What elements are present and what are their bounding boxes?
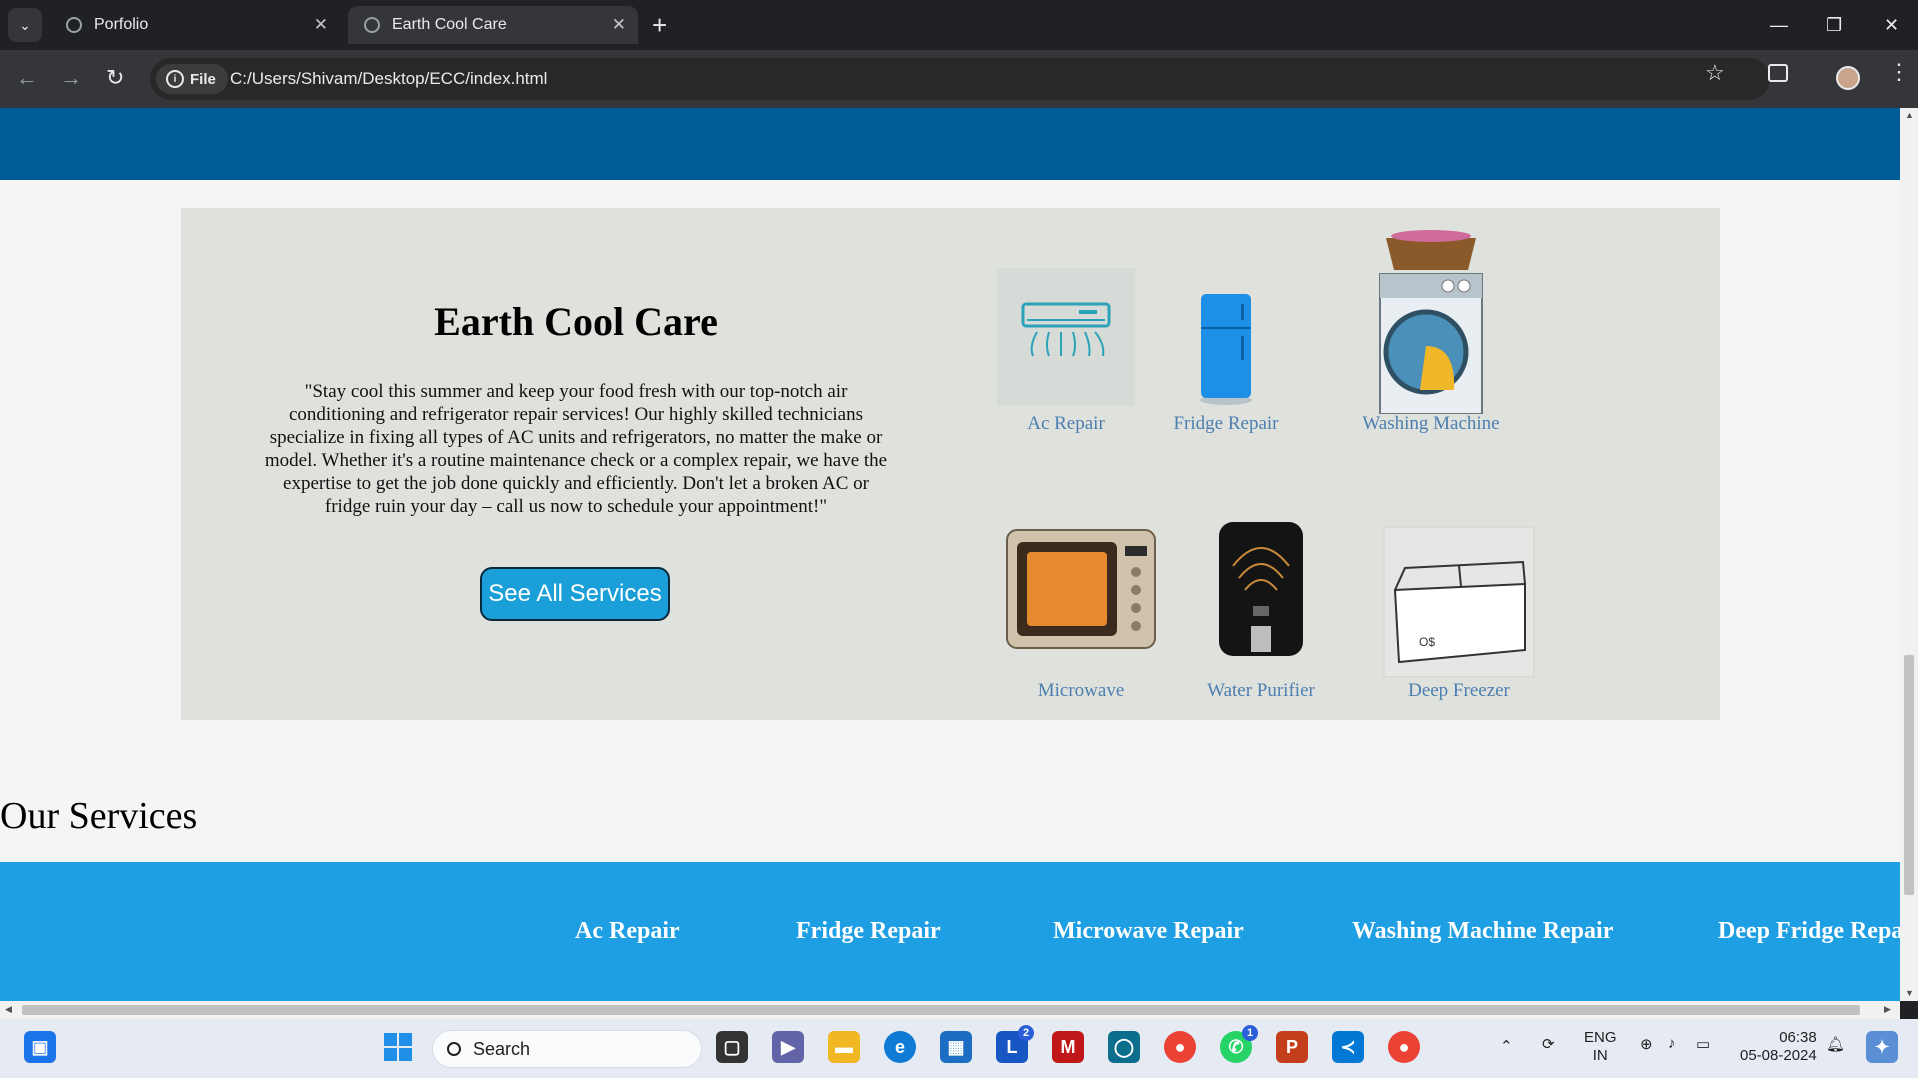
services-marquee: Ac Repair Fridge Repair Microwave Repair… [0, 862, 1900, 1001]
new-tab-button[interactable]: + [652, 8, 667, 42]
window-close-icon[interactable]: ✕ [1884, 8, 1899, 42]
tab-title: Earth Cool Care [392, 16, 507, 33]
service-microwave[interactable]: Microwave [1005, 520, 1157, 710]
copilot-icon[interactable]: ✦ [1866, 1031, 1898, 1063]
microwave-icon [1006, 529, 1156, 649]
globe-icon [66, 17, 82, 33]
teams-icon[interactable]: ▶ [772, 1031, 804, 1063]
horizontal-scrollbar[interactable]: ◀ ▶ [0, 1001, 1900, 1019]
start-icon[interactable] [382, 1031, 414, 1063]
service-washing-machine[interactable]: Washing Machine [1362, 228, 1500, 438]
service-label: Fridge Repair [1173, 413, 1279, 434]
service-link-fridge[interactable]: Fridge Repair [796, 918, 941, 945]
service-deep-freezer[interactable]: O$ Deep Freezer [1383, 526, 1535, 710]
address-bar[interactable]: i File C:/Users/Shivam/Desktop/ECC/index… [150, 58, 1770, 100]
site-info-chip[interactable]: i File [156, 64, 228, 94]
language-label: ENG [1584, 1029, 1617, 1046]
notifications-bell-icon[interactable]: 🔔︎ [1826, 1035, 1845, 1053]
deep-freezer-icon: O$ [1383, 526, 1535, 678]
service-link-washing-machine[interactable]: Washing Machine Repair [1352, 918, 1613, 945]
search-icon [447, 1042, 461, 1056]
whatsapp-icon[interactable]: ✆ 1 [1220, 1025, 1258, 1063]
restore-icon[interactable]: ❐ [1826, 8, 1842, 42]
battery-icon[interactable]: ▭ [1696, 1035, 1710, 1053]
chrome-icon[interactable]: ● [1164, 1031, 1196, 1063]
minimize-icon[interactable]: — [1770, 8, 1788, 42]
vertical-scroll-thumb[interactable] [1904, 655, 1914, 895]
powerpoint-icon[interactable]: P [1276, 1031, 1308, 1063]
profile-avatar[interactable] [1836, 66, 1860, 90]
extensions-icon[interactable] [1768, 64, 1788, 82]
washing-machine-icon [1379, 230, 1483, 414]
service-link-ac[interactable]: Ac Repair [575, 918, 680, 945]
tab-search-button[interactable]: ⌄ [8, 8, 42, 42]
widgets-icon[interactable]: ▣ [24, 1031, 56, 1063]
clock-time: 06:38 [1779, 1029, 1817, 1046]
show-hidden-icons[interactable]: ⌃ [1500, 1037, 1513, 1055]
header-band [0, 108, 1900, 180]
taskbar: ▣ Search ▢ ▶ ▬ e ▦ L2 M ◯ ● ✆ 1 P ≺ ● ⌃ ⟳… [0, 1019, 1918, 1078]
scroll-up-icon[interactable]: ▲ [1905, 110, 1914, 120]
notification-badge: 2 [1018, 1025, 1034, 1041]
forward-icon[interactable]: → [60, 64, 82, 92]
our-services-heading: Our Services [0, 795, 198, 837]
info-icon: i [166, 70, 184, 88]
url-text[interactable]: C:/Users/Shivam/Desktop/ECC/index.html [230, 69, 547, 89]
service-water-purifier[interactable]: Water Purifier [1207, 514, 1315, 710]
tab-porfolio[interactable]: Porfolio ✕ [50, 6, 340, 44]
scroll-right-icon[interactable]: ▶ [1884, 1004, 1891, 1015]
close-tab-icon[interactable]: ✕ [314, 15, 328, 35]
horizontal-scroll-thumb[interactable] [22, 1005, 1860, 1015]
tab-earth-cool-care[interactable]: Earth Cool Care ✕ [348, 6, 638, 44]
vertical-scrollbar[interactable]: ▲ ▼ [1900, 108, 1918, 1001]
bookmark-star-icon[interactable]: ☆ [1705, 60, 1725, 86]
reload-icon[interactable]: ↻ [106, 64, 124, 92]
task-view-icon[interactable]: ▢ [716, 1031, 748, 1063]
water-purifier-icon [1219, 522, 1303, 656]
language-indicator[interactable]: ENG IN [1584, 1029, 1617, 1065]
network-icon[interactable]: ⊕ [1640, 1035, 1653, 1053]
notification-badge: 1 [1242, 1025, 1258, 1041]
clock[interactable]: 06:38 05-08-2024 [1740, 1029, 1817, 1065]
service-ac-repair[interactable]: Ac Repair [997, 268, 1135, 438]
service-link-microwave[interactable]: Microwave Repair [1053, 918, 1244, 945]
back-icon[interactable]: ← [16, 64, 38, 92]
tab-strip: ⌄ Porfolio ✕ Earth Cool Care ✕ + — ❐ ✕ [0, 0, 1918, 50]
l-app-icon[interactable]: L2 [996, 1025, 1034, 1063]
vscode-icon[interactable]: ≺ [1332, 1031, 1364, 1063]
toolbar: ← → ↻ i File C:/Users/Shivam/Desktop/ECC… [0, 50, 1918, 108]
air-conditioner-icon [997, 268, 1135, 406]
scroll-left-icon[interactable]: ◀ [5, 1004, 12, 1015]
file-explorer-icon[interactable]: ▬ [828, 1031, 860, 1063]
search-placeholder: Search [473, 1038, 531, 1059]
close-tab-icon[interactable]: ✕ [612, 15, 626, 35]
edge-icon[interactable]: e [884, 1031, 916, 1063]
svg-text:O$: O$ [1419, 635, 1435, 649]
hero-description: "Stay cool this summer and keep your foo… [264, 381, 888, 517]
taskbar-search[interactable]: Search [432, 1030, 702, 1068]
store-icon[interactable]: ▦ [940, 1031, 972, 1063]
service-label: Deep Freezer [1408, 680, 1510, 701]
clock-date: 05-08-2024 [1740, 1047, 1817, 1064]
alexa-icon[interactable]: ◯ [1108, 1031, 1140, 1063]
hero-title: Earth Cool Care [434, 299, 718, 344]
tab-title: Porfolio [94, 16, 149, 33]
menu-kebab-icon[interactable]: ⋮ [1888, 61, 1910, 83]
chrome-profile-icon[interactable]: ● [1388, 1031, 1420, 1063]
scroll-down-icon[interactable]: ▼ [1905, 988, 1914, 998]
sync-icon[interactable]: ⟳ [1542, 1035, 1555, 1053]
scheme-label: File [190, 70, 216, 88]
service-fridge-repair[interactable]: Fridge Repair [1173, 288, 1279, 438]
page-viewport: Earth Cool Care "Stay cool this summer a… [0, 108, 1900, 1001]
fridge-icon [1200, 294, 1252, 405]
region-label: IN [1592, 1047, 1608, 1064]
mcafee-icon[interactable]: M [1052, 1031, 1084, 1063]
globe-icon [364, 17, 380, 33]
service-link-deep-fridge[interactable]: Deep Fridge Repa [1718, 918, 1900, 945]
hero-section: Earth Cool Care "Stay cool this summer a… [181, 208, 1720, 720]
volume-icon[interactable]: ♪ [1668, 1035, 1676, 1052]
see-all-services-button[interactable]: See All Services [480, 567, 670, 621]
service-label: Washing Machine [1362, 413, 1500, 434]
